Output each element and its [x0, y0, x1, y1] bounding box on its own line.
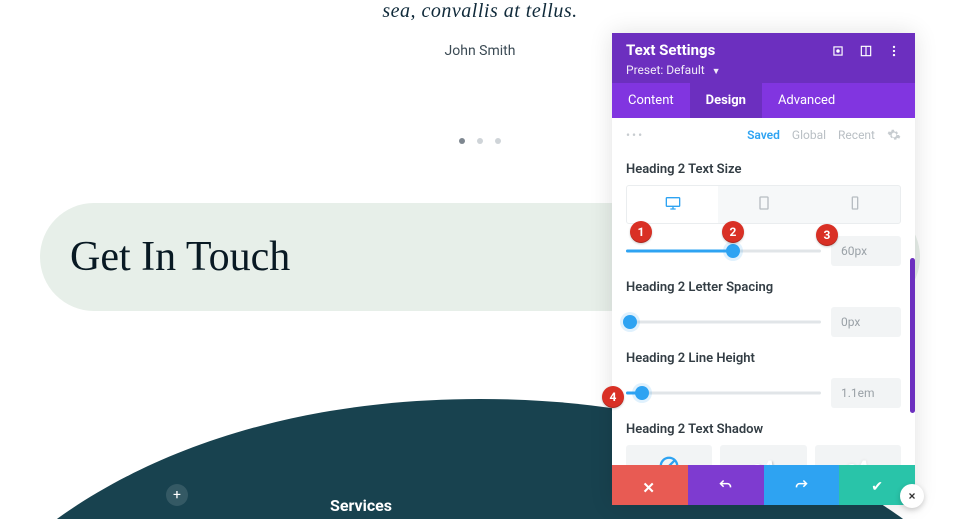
panel-body: ••• Saved Global Recent Heading 2 Text S…: [612, 118, 915, 465]
tab-advanced[interactable]: Advanced: [762, 83, 851, 118]
testimonial-quote: sea, convallis at tellus.: [0, 0, 960, 23]
panel-tabs: Content Design Advanced: [612, 83, 915, 118]
letter-spacing-value[interactable]: 0px: [831, 307, 901, 337]
filter-recent[interactable]: Recent: [838, 128, 875, 142]
letter-spacing-control: 0px: [626, 307, 901, 337]
callout-4: 4: [602, 386, 624, 408]
more-icon[interactable]: [887, 43, 901, 57]
help-icon[interactable]: [831, 43, 845, 57]
panel-title: Text Settings: [626, 41, 715, 59]
preset-label: Preset:: [626, 63, 663, 77]
filter-saved[interactable]: Saved: [747, 128, 780, 142]
undo-button[interactable]: [688, 465, 764, 505]
callout-2: 2: [722, 221, 744, 243]
layout-icon[interactable]: [859, 43, 873, 57]
shadow-preset-2[interactable]: aA: [815, 445, 901, 465]
panel-header: Text Settings Preset: Default ▼: [612, 33, 915, 83]
shadow-sample: aA: [752, 456, 775, 465]
carousel-dot[interactable]: [495, 138, 501, 144]
device-phone[interactable]: [809, 186, 900, 223]
check-icon: [871, 476, 883, 495]
gear-icon[interactable]: [887, 128, 901, 142]
responsive-device-tabs: [626, 185, 901, 224]
drag-handle-icon[interactable]: •••: [626, 128, 644, 142]
tab-content[interactable]: Content: [612, 83, 690, 118]
text-settings-panel: Text Settings Preset: Default ▼ Content …: [612, 33, 915, 505]
text-size-control: 60px: [626, 236, 901, 266]
redo-icon: [794, 478, 809, 493]
preset-filter-row: ••• Saved Global Recent: [626, 118, 901, 148]
add-section-button[interactable]: +: [166, 484, 188, 506]
discard-button[interactable]: [612, 465, 688, 505]
expand-icon: [906, 490, 918, 502]
shadow-preset-1[interactable]: aA: [720, 445, 806, 465]
shadow-none[interactable]: [626, 445, 712, 465]
carousel-dot[interactable]: [477, 138, 483, 144]
tab-design[interactable]: Design: [690, 83, 762, 118]
section-title-letter-spacing: Heading 2 Letter Spacing: [626, 280, 901, 295]
line-height-control: 1.1em: [626, 378, 901, 408]
line-height-slider[interactable]: [626, 385, 821, 401]
scrollbar[interactable]: [910, 258, 915, 413]
undo-icon: [718, 478, 733, 493]
carousel-dot[interactable]: [459, 138, 465, 144]
footer-col-services: Services: [330, 496, 392, 515]
panel-footer: [612, 465, 915, 505]
letter-spacing-slider[interactable]: [626, 314, 821, 330]
shadow-sample: aA: [846, 456, 869, 465]
line-height-value[interactable]: 1.1em: [831, 378, 901, 408]
redo-button[interactable]: [764, 465, 840, 505]
section-title-text-size: Heading 2 Text Size: [626, 162, 901, 177]
device-tablet[interactable]: [718, 186, 809, 223]
close-icon: [642, 478, 657, 493]
section-title-line-height: Heading 2 Line Height: [626, 351, 901, 366]
preset-selector[interactable]: Preset: Default ▼: [626, 63, 901, 77]
callout-1: 1: [630, 221, 652, 243]
preset-value: Default: [666, 63, 704, 77]
filter-global[interactable]: Global: [792, 128, 826, 142]
text-shadow-options: aA aA: [626, 445, 901, 465]
text-size-value[interactable]: 60px: [831, 236, 901, 266]
none-icon: [658, 455, 680, 465]
text-size-slider[interactable]: [626, 243, 821, 259]
device-desktop[interactable]: [627, 186, 718, 223]
chevron-down-icon: ▼: [712, 67, 721, 77]
callout-3: 3: [816, 224, 838, 246]
expand-handle[interactable]: [900, 484, 924, 508]
section-title-text-shadow: Heading 2 Text Shadow: [626, 422, 901, 437]
